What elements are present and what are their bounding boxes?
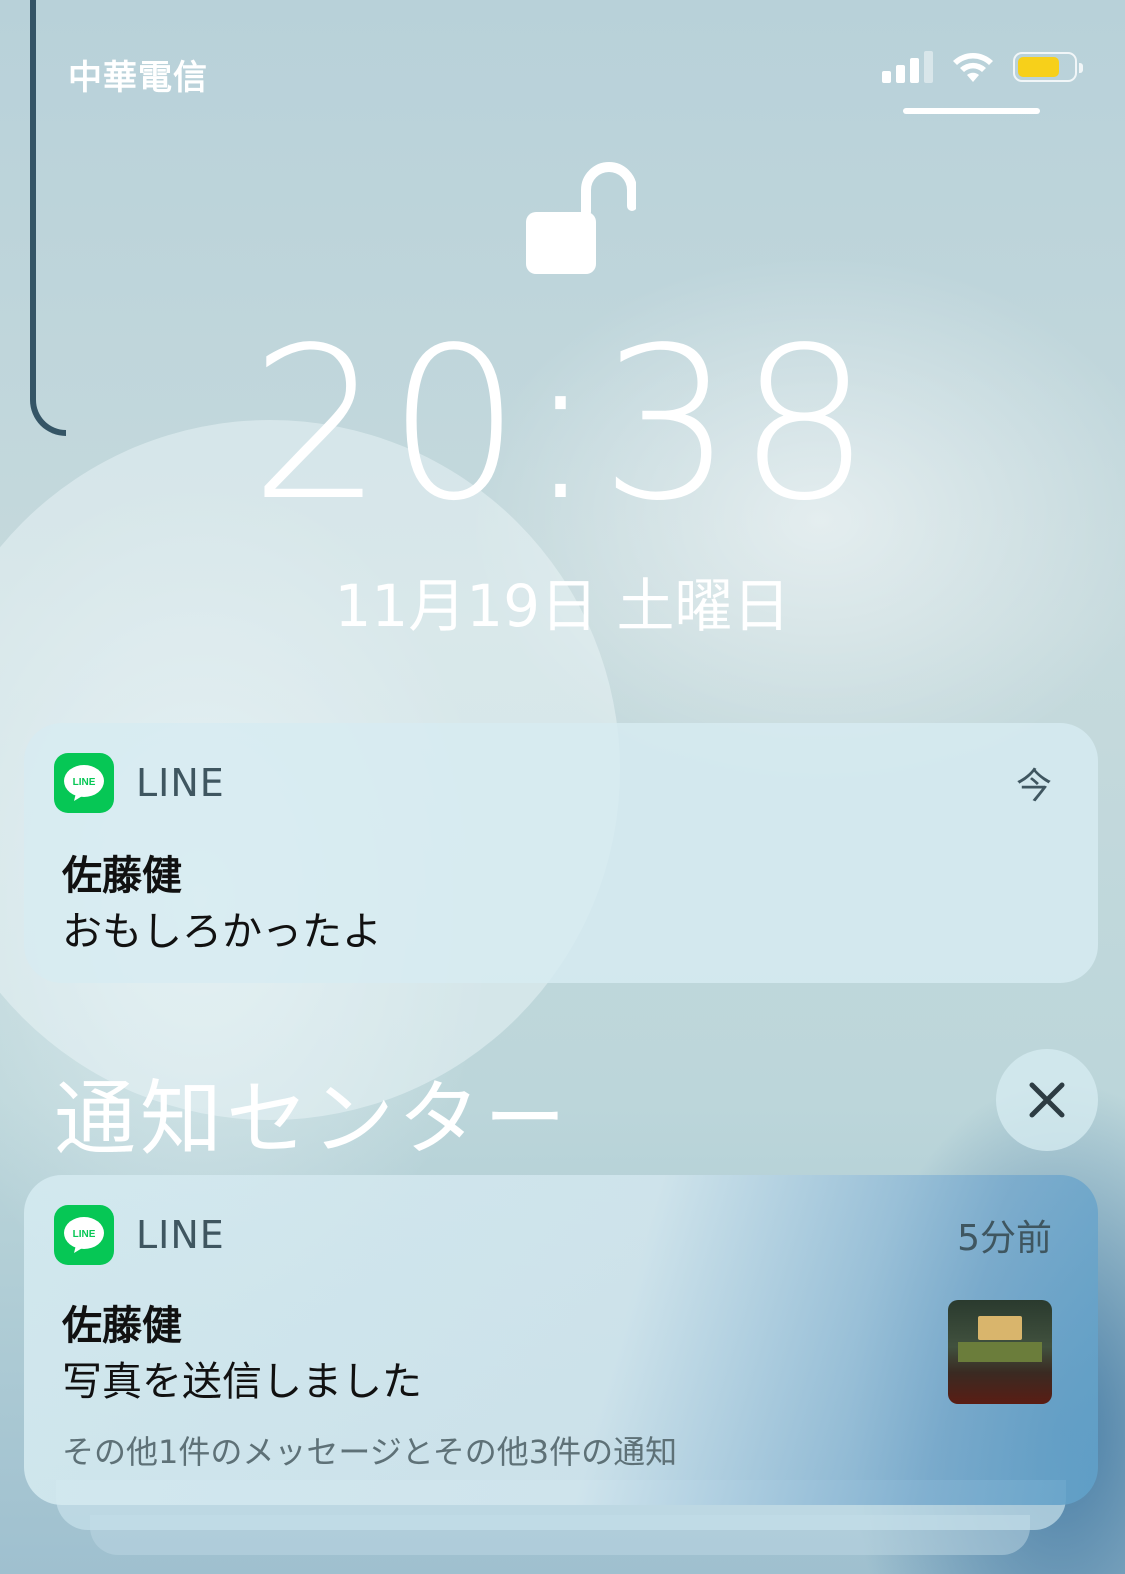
battery-fill [1018,57,1059,77]
unlocked-padlock-icon [526,162,636,274]
svg-text:LINE: LINE [73,777,96,788]
control-center-indicator[interactable] [903,108,1040,114]
line-app-icon: LINE [54,1205,114,1265]
notification-header: LINE LINE 5分前 [54,1205,1052,1265]
photo-thumbnail [948,1300,1052,1404]
lock-screen-time: 20:38 [249,302,876,547]
cellular-signal-icon [882,51,933,83]
battery-icon [1013,52,1083,82]
notification-center-title: 通知センター [54,1072,571,1167]
more-notifications-summary: その他1件のメッセージとその他3件の通知 [62,1433,678,1471]
notification-header: LINE LINE 今 [54,753,1052,813]
clear-notifications-button[interactable] [996,1049,1098,1151]
notification-message: おもしろかったよ [62,909,382,955]
app-name: LINE [136,1213,225,1257]
carrier-name: 中華電信 [68,58,208,98]
notification-time: 今 [1015,766,1052,807]
app-name: LINE [136,761,225,805]
lock-screen-date: 11月19日 土曜日 [334,572,791,640]
notification-group-card[interactable]: LINE LINE 5分前 佐藤健 写真を送信しました その他1件のメッセージと… [24,1175,1098,1505]
notification-time: 5分前 [957,1218,1052,1259]
notification-sender: 佐藤健 [62,1303,182,1349]
svg-text:LINE: LINE [73,1229,96,1240]
line-app-icon: LINE [54,753,114,813]
notification-message: 写真を送信しました [62,1359,422,1405]
wifi-icon [953,53,993,82]
notification-sender: 佐藤健 [62,853,182,899]
status-icons [882,50,1083,84]
notification-card[interactable]: LINE LINE 今 佐藤健 おもしろかったよ [24,723,1098,983]
close-icon [1029,1082,1065,1118]
